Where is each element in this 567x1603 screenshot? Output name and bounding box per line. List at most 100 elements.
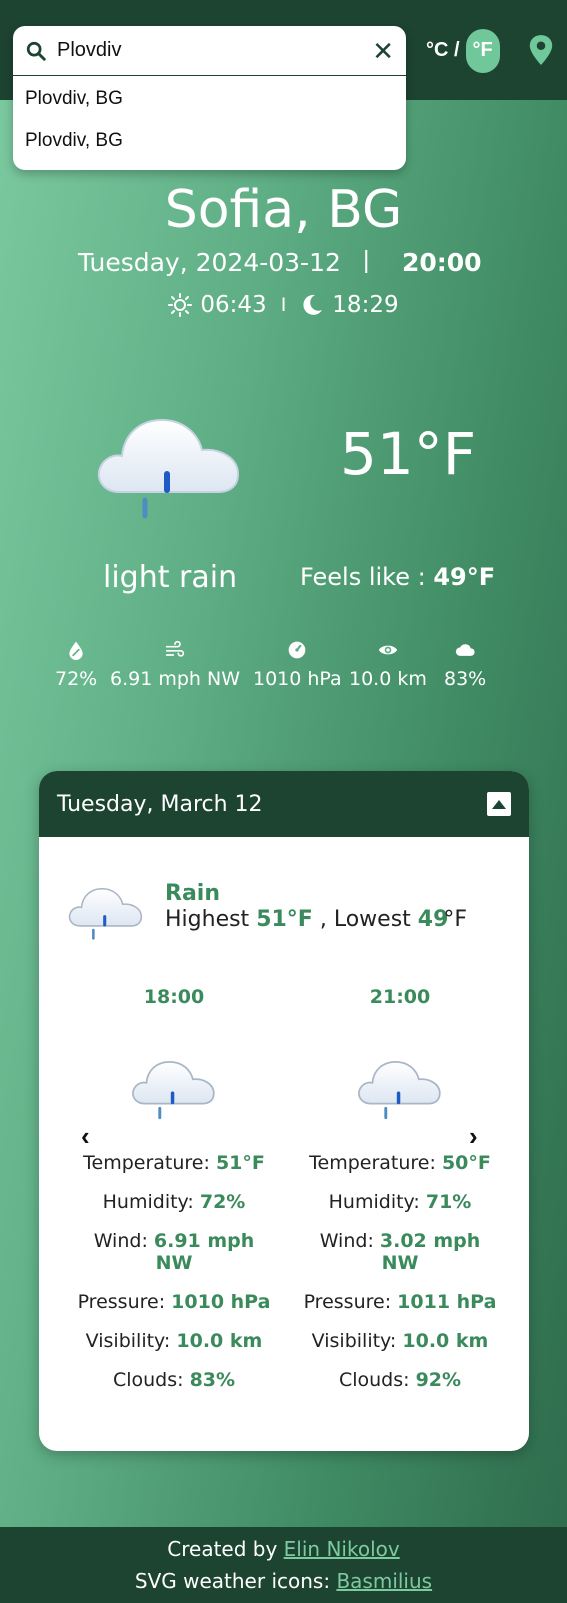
city-name: Sofia, BG [164, 180, 403, 240]
celsius-option[interactable]: °C / [426, 39, 460, 62]
highest-value: 51°F [256, 907, 313, 932]
humidity-value: 71% [425, 1191, 472, 1213]
summary-high-low: Highest 51°F , Lowest 49°F [165, 907, 467, 932]
created-by-label: Created by [167, 1537, 278, 1561]
credit-line: Created by Elin Nikolov [0, 1537, 567, 1569]
slot-pressure: Pressure: 1011 hPa [300, 1291, 500, 1313]
wind-value: 6.91 mph NW [110, 668, 240, 690]
temperature-value: 50°F [441, 1152, 491, 1174]
highest-label: Highest [165, 907, 250, 932]
slot-clouds: Clouds: 92% [300, 1369, 500, 1391]
clouds-label: Clouds: [338, 1369, 410, 1391]
clouds-value: 83% [444, 668, 487, 690]
icons-label: SVG weather icons: [134, 1569, 331, 1593]
rain-cloud-icon [132, 1060, 215, 1120]
pressure-label: Pressure: [77, 1291, 166, 1313]
clouds-stat: 83% [444, 640, 486, 690]
forecast-card: Tuesday, March 12 Rain Highest 51°F , Lo… [39, 771, 529, 1451]
icons-author-link[interactable]: Basmilius [336, 1569, 432, 1593]
temperature-label: Temperature: [83, 1152, 210, 1174]
humidity-icon [69, 641, 83, 660]
slot-temperature: Temperature: 51°F [74, 1152, 274, 1174]
pressure-value: 1011 hPa [397, 1291, 497, 1313]
humidity-stat: 72% [55, 640, 97, 690]
author-link[interactable]: Elin Nikolov [284, 1537, 400, 1561]
current-temperature: 51°F [340, 420, 477, 488]
suggestion-item[interactable]: Plovdiv, BG [13, 80, 406, 122]
weather-description: light rain [103, 560, 238, 595]
wind-label: Wind: [319, 1230, 374, 1252]
lowest-label: , Lowest [319, 907, 411, 932]
unit-toggle[interactable]: °C / °F [426, 28, 500, 73]
rain-cloud-icon [68, 887, 143, 940]
forecast-day-title: Tuesday, March 12 [57, 791, 263, 817]
feels-like: Feels like : 49°F [300, 563, 495, 591]
slot-clouds: Clouds: 83% [74, 1369, 274, 1391]
sunset-time: 18:29 [332, 292, 399, 318]
visibility-stat: 10.0 km [349, 640, 427, 690]
sun-times: 06:43 I 18:29 [0, 292, 567, 318]
pressure-gauge-icon [289, 641, 306, 659]
suggestion-item[interactable]: Plovdiv, BG [13, 122, 406, 164]
search-icon[interactable] [25, 40, 47, 62]
visibility-value: 10.0 km [402, 1330, 489, 1352]
eye-icon [378, 645, 398, 655]
wind-label: Wind: [93, 1230, 148, 1252]
slot-visibility: Visibility: 10.0 km [300, 1330, 500, 1352]
sun-icon [168, 293, 193, 317]
humidity-label: Humidity: [102, 1191, 194, 1213]
search-input[interactable] [57, 39, 373, 62]
pressure-stat: 1010 hPa [253, 640, 342, 690]
icons-credit-line: SVG weather icons: Basmilius [0, 1569, 567, 1601]
current-date: Tuesday, 2024-03-12 [78, 248, 341, 277]
summary-condition: Rain [165, 881, 220, 906]
forecast-slot: 21:00 Temperature: 50°F Humidity: 71% Wi… [300, 986, 500, 1408]
humidity-value: 72% [55, 668, 98, 690]
slot-wind: Wind: 6.91 mph NW [74, 1230, 274, 1274]
visibility-value: 10.0 km [349, 668, 427, 690]
pressure-label: Pressure: [303, 1291, 392, 1313]
visibility-value: 10.0 km [176, 1330, 263, 1352]
suggestion-list: Plovdiv, BG Plovdiv, BG [13, 76, 406, 170]
pressure-value: 1010 hPa [171, 1291, 271, 1313]
humidity-label: Humidity: [328, 1191, 420, 1213]
slot-hour: 21:00 [369, 986, 431, 1008]
clouds-value: 83% [189, 1369, 236, 1391]
temperature-label: Temperature: [309, 1152, 436, 1174]
feels-like-value: 49°F [433, 563, 496, 591]
rain-cloud-icon [358, 1060, 441, 1120]
current-time: 20:00 [402, 248, 482, 277]
humidity-value: 72% [199, 1191, 246, 1213]
feels-like-label: Feels like : [300, 563, 426, 591]
wind-icon [165, 640, 185, 657]
search-box: ✕ Plovdiv, BG Plovdiv, BG [13, 26, 406, 170]
fahrenheit-option[interactable]: °F [465, 28, 500, 73]
visibility-label: Visibility: [311, 1330, 397, 1352]
sun-separator: I [280, 294, 287, 316]
slot-visibility: Visibility: 10.0 km [74, 1330, 274, 1352]
footer: Created by Elin Nikolov SVG weather icon… [0, 1527, 567, 1603]
pressure-value: 1010 hPa [253, 668, 342, 690]
visibility-label: Visibility: [85, 1330, 171, 1352]
clouds-value: 92% [415, 1369, 462, 1391]
wind-value: 6.91 mph NW [153, 1230, 255, 1274]
chevron-up-icon [492, 800, 506, 809]
forecast-header[interactable]: Tuesday, March 12 [39, 771, 529, 837]
temperature-value: 51°F [215, 1152, 265, 1174]
clouds-label: Clouds: [112, 1369, 184, 1391]
cloud-icon [455, 644, 475, 656]
moon-icon [303, 294, 323, 315]
sunrise-time: 06:43 [200, 292, 267, 318]
rain-cloud-icon [97, 418, 240, 519]
date-separator: | [363, 246, 370, 274]
clear-search-icon[interactable]: ✕ [372, 38, 394, 64]
slot-humidity: Humidity: 71% [300, 1191, 500, 1213]
wind-stat: 6.91 mph NW [110, 640, 240, 690]
collapse-button[interactable] [487, 792, 511, 816]
slot-hour: 18:00 [143, 986, 205, 1008]
slot-wind: Wind: 3.02 mph NW [300, 1230, 500, 1274]
forecast-slot: 18:00 Temperature: 51°F Humidity: 72% Wi… [74, 986, 274, 1408]
location-pin-icon[interactable] [528, 34, 554, 66]
search-row: ✕ [13, 26, 406, 76]
slot-humidity: Humidity: 72% [74, 1191, 274, 1213]
